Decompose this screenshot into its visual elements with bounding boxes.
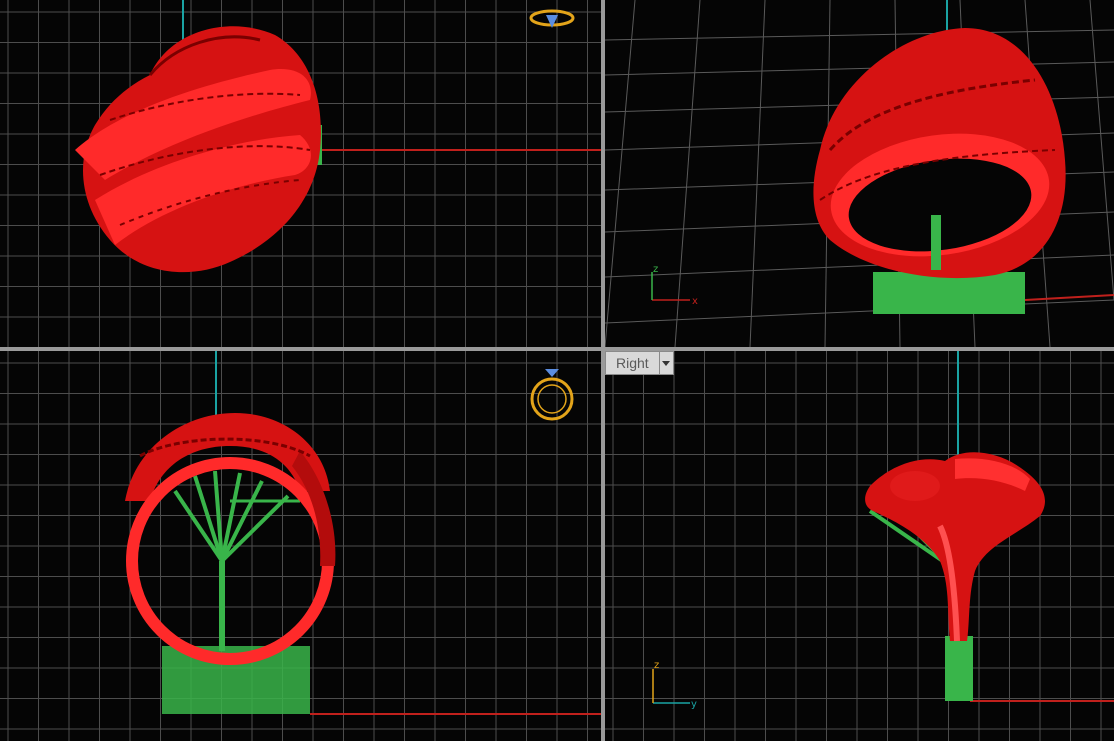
support-structure: [162, 470, 310, 714]
chevron-down-icon[interactable]: [658, 352, 673, 374]
viewport-right[interactable]: y z Right: [605, 351, 1114, 741]
axis-z-label: z: [653, 264, 658, 275]
axis-y-label: y: [691, 699, 697, 710]
right-grid: [605, 351, 1114, 741]
viewport-front[interactable]: [0, 351, 601, 741]
axis-z-label: z: [654, 660, 659, 671]
viewport-splitter-vertical[interactable]: [601, 0, 605, 741]
axis-x-label: x: [692, 296, 698, 307]
viewport-title-label: Right: [616, 355, 649, 371]
ring-top-view-icon[interactable]: [529, 9, 575, 28]
ring-model-front: [125, 413, 336, 665]
x-axis-line: [1024, 294, 1114, 301]
perspective-view-canvas: x z: [605, 0, 1114, 347]
viewport-perspective[interactable]: x z: [605, 0, 1114, 347]
right-view-canvas: y z: [605, 351, 1114, 741]
viewport-top[interactable]: [0, 0, 601, 347]
axis-indicator-perspective: x z: [651, 264, 698, 307]
top-view-canvas: [0, 0, 601, 347]
support-base: [873, 272, 1025, 314]
viewport-title-tab[interactable]: Right: [605, 351, 674, 375]
ring-model-perspective: [813, 28, 1066, 279]
ring-model-right: [865, 452, 1045, 642]
viewport-splitter-horizontal[interactable]: [0, 347, 1114, 351]
ring-model-top: [75, 26, 321, 273]
front-view-canvas: [0, 351, 601, 741]
